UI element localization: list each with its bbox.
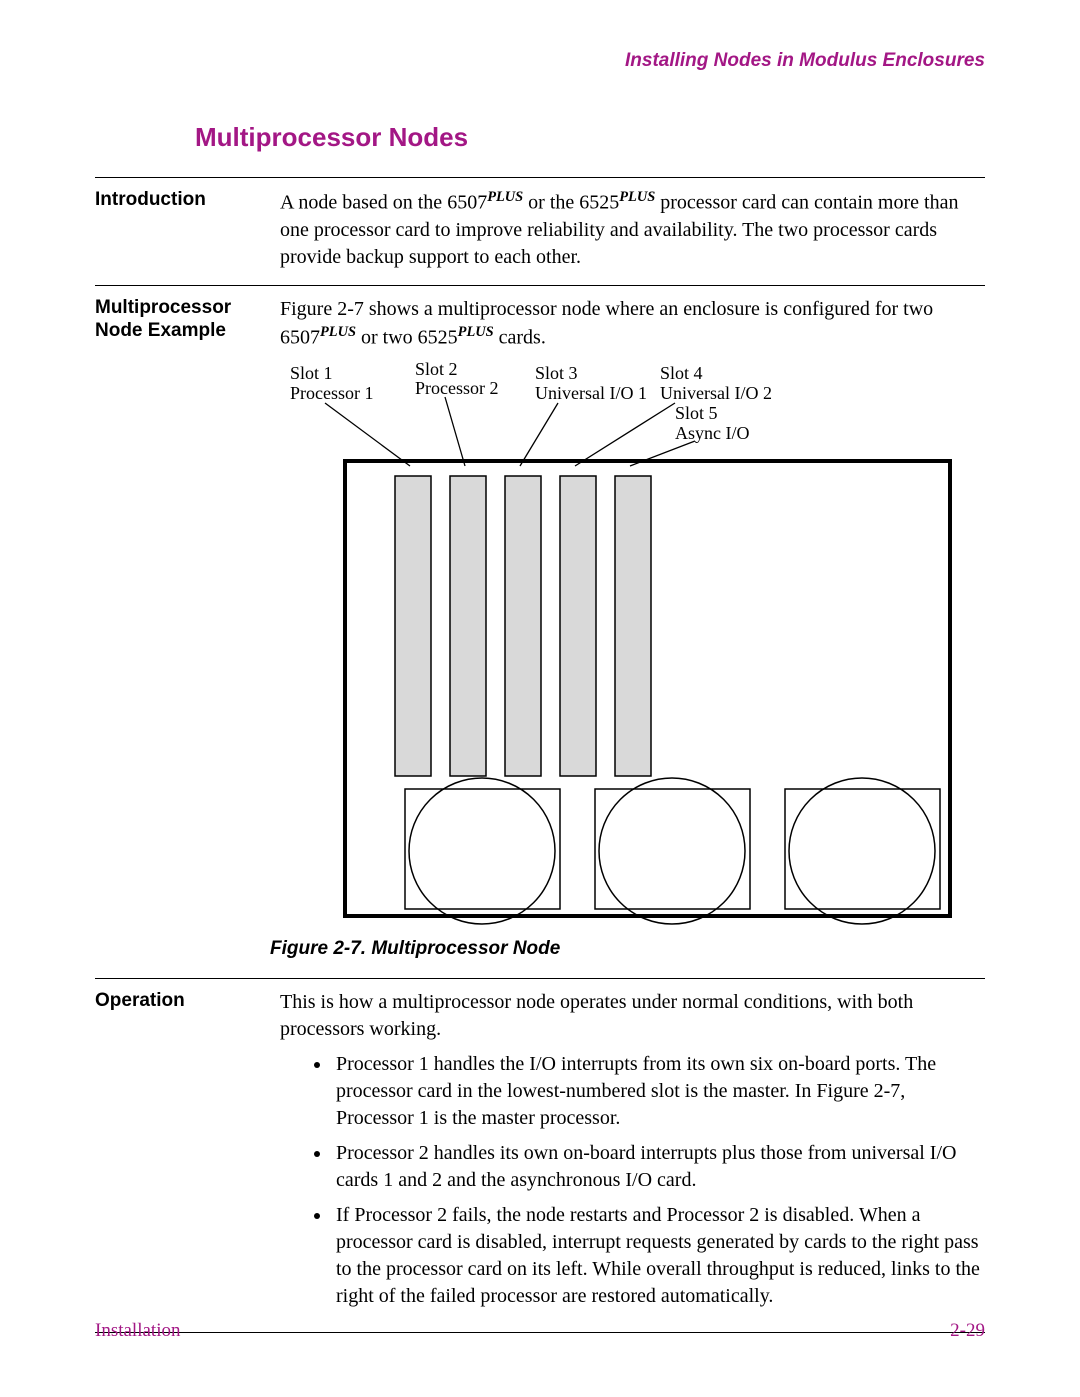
running-header: Installing Nodes in Modulus Enclosures [95, 50, 985, 72]
slot4-line2: Universal I/O 2 [660, 383, 772, 403]
slot3-line2: Universal I/O 1 [535, 383, 647, 403]
section-title: Multiprocessor Nodes [195, 122, 985, 153]
operation-block: Operation This is how a multiprocessor n… [95, 989, 985, 1318]
fan-assembly-1 [405, 778, 560, 924]
plus-sup: PLUS [619, 189, 655, 205]
intro-label: Introduction [95, 188, 280, 271]
operation-bullet-2: Processor 2 handles its own on-board int… [332, 1140, 985, 1194]
divider [95, 978, 985, 979]
example-body: Figure 2-7 shows a multiprocessor node w… [280, 296, 985, 352]
operation-bullets: Processor 1 handles the I/O interrupts f… [280, 1051, 985, 1310]
slot2-line2: Processor 2 [415, 378, 499, 398]
slot3-line1: Slot 3 [535, 363, 578, 383]
page-footer: Installation 2-29 [95, 1320, 985, 1342]
operation-intro: This is how a multiprocessor node operat… [280, 989, 985, 1043]
plus-sup: PLUS [487, 189, 523, 205]
fan-assembly-3 [785, 778, 940, 924]
operation-bullet-1: Processor 1 handles the I/O interrupts f… [332, 1051, 985, 1132]
operation-label: Operation [95, 989, 280, 1318]
footer-left: Installation [95, 1320, 180, 1342]
operation-bullet-3: If Processor 2 fails, the node restarts … [332, 1202, 985, 1310]
intro-block: Introduction A node based on the 6507PLU… [95, 188, 985, 271]
footer-right: 2-29 [950, 1320, 985, 1342]
slot1-line1: Slot 1 [290, 363, 333, 383]
slot5-line1: Slot 5 [675, 403, 718, 423]
plus-sup: PLUS [320, 324, 356, 340]
divider [95, 285, 985, 286]
page: Installing Nodes in Modulus Enclosures M… [0, 0, 1080, 1393]
example-text-c: cards. [494, 326, 546, 348]
example-block: Multiprocessor Node Example Figure 2-7 s… [95, 296, 985, 352]
intro-body: A node based on the 6507PLUS or the 6525… [280, 188, 985, 271]
plus-sup: PLUS [458, 324, 494, 340]
enclosure-diagram: Slot 1 Processor 1 Slot 2 Processor 2 Sl… [270, 361, 970, 926]
figure-caption: Figure 2-7. Multiprocessor Node [270, 938, 985, 960]
example-text-b: or two 6525 [356, 326, 458, 348]
figure-wrap: Slot 1 Processor 1 Slot 2 Processor 2 Sl… [270, 361, 985, 960]
operation-body: This is how a multiprocessor node operat… [280, 989, 985, 1318]
example-label: Multiprocessor Node Example [95, 296, 280, 352]
slot4-line1: Slot 4 [660, 363, 703, 383]
slot1-line2: Processor 1 [290, 383, 374, 403]
intro-text-a: A node based on the 6507 [280, 192, 487, 214]
slot5-line2: Async I/O [675, 423, 750, 443]
slot2-line1: Slot 2 [415, 361, 458, 379]
fan-assembly-2 [595, 778, 750, 924]
intro-text-b: or the 6525 [523, 192, 619, 214]
divider [95, 177, 985, 178]
